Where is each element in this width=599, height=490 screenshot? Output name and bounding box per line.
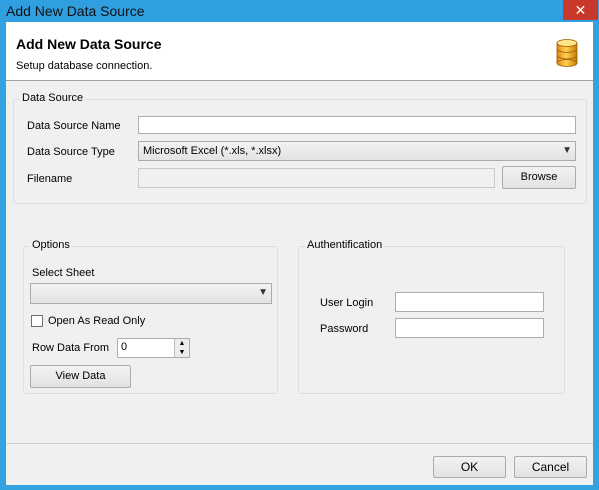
dialog-client-area: Add New Data Source Setup database conne…	[6, 22, 593, 485]
password-input[interactable]	[395, 318, 544, 338]
user-login-input[interactable]	[395, 292, 544, 312]
cancel-button[interactable]: Cancel	[514, 456, 587, 478]
browse-button[interactable]: Browse	[502, 166, 576, 189]
options-group-label: Options	[30, 239, 72, 251]
close-icon: ✕	[574, 2, 587, 18]
read-only-label[interactable]: Open As Read Only	[48, 315, 145, 327]
data-source-group: Data Source Data Source Name Data Source…	[13, 92, 587, 204]
chevron-down-icon: ▼	[258, 287, 268, 298]
select-sheet-label: Select Sheet	[32, 267, 95, 279]
ok-button[interactable]: OK	[433, 456, 506, 478]
user-login-label: User Login	[320, 297, 374, 309]
title-bar[interactable]: Add New Data Source ✕	[0, 0, 599, 22]
data-source-group-label: Data Source	[20, 92, 86, 104]
options-group: Options Select Sheet ▼ Open As Read Only…	[23, 239, 278, 394]
dialog-footer: OK Cancel	[6, 443, 593, 485]
database-icon	[556, 39, 578, 67]
read-only-checkbox[interactable]	[31, 315, 43, 327]
window-title: Add New Data Source	[6, 3, 145, 19]
dialog-header: Add New Data Source Setup database conne…	[6, 22, 593, 81]
chevron-down-icon: ▼	[562, 145, 572, 156]
data-source-name-label: Data Source Name	[27, 120, 121, 132]
filename-input[interactable]	[138, 168, 495, 188]
filename-label: Filename	[27, 173, 73, 185]
password-label: Password	[320, 323, 369, 335]
stepper-down-icon[interactable]: ▼	[174, 348, 189, 357]
data-source-type-label: Data Source Type	[27, 146, 115, 158]
authentification-group: Authentification User Login Password	[298, 239, 565, 394]
close-button[interactable]: ✕	[563, 0, 598, 20]
row-data-from-label: Row Data From	[32, 342, 110, 354]
data-source-type-select[interactable]: Microsoft Excel (*.xls, *.xlsx) ▼	[138, 141, 576, 161]
dialog-window: Add New Data Source ✕ Add New Data Sourc…	[0, 0, 599, 490]
row-data-from-value: 0	[121, 341, 128, 353]
view-data-button[interactable]: View Data	[30, 365, 131, 388]
header-title: Add New Data Source	[16, 36, 162, 52]
select-sheet-select[interactable]: ▼	[30, 283, 272, 304]
row-data-from-stepper[interactable]: 0 ▲ ▼	[117, 338, 190, 358]
header-subtitle: Setup database connection.	[16, 60, 153, 72]
data-source-name-input[interactable]	[138, 116, 576, 134]
data-source-type-value: Microsoft Excel (*.xls, *.xlsx)	[143, 145, 282, 157]
authentification-group-label: Authentification	[305, 239, 385, 251]
